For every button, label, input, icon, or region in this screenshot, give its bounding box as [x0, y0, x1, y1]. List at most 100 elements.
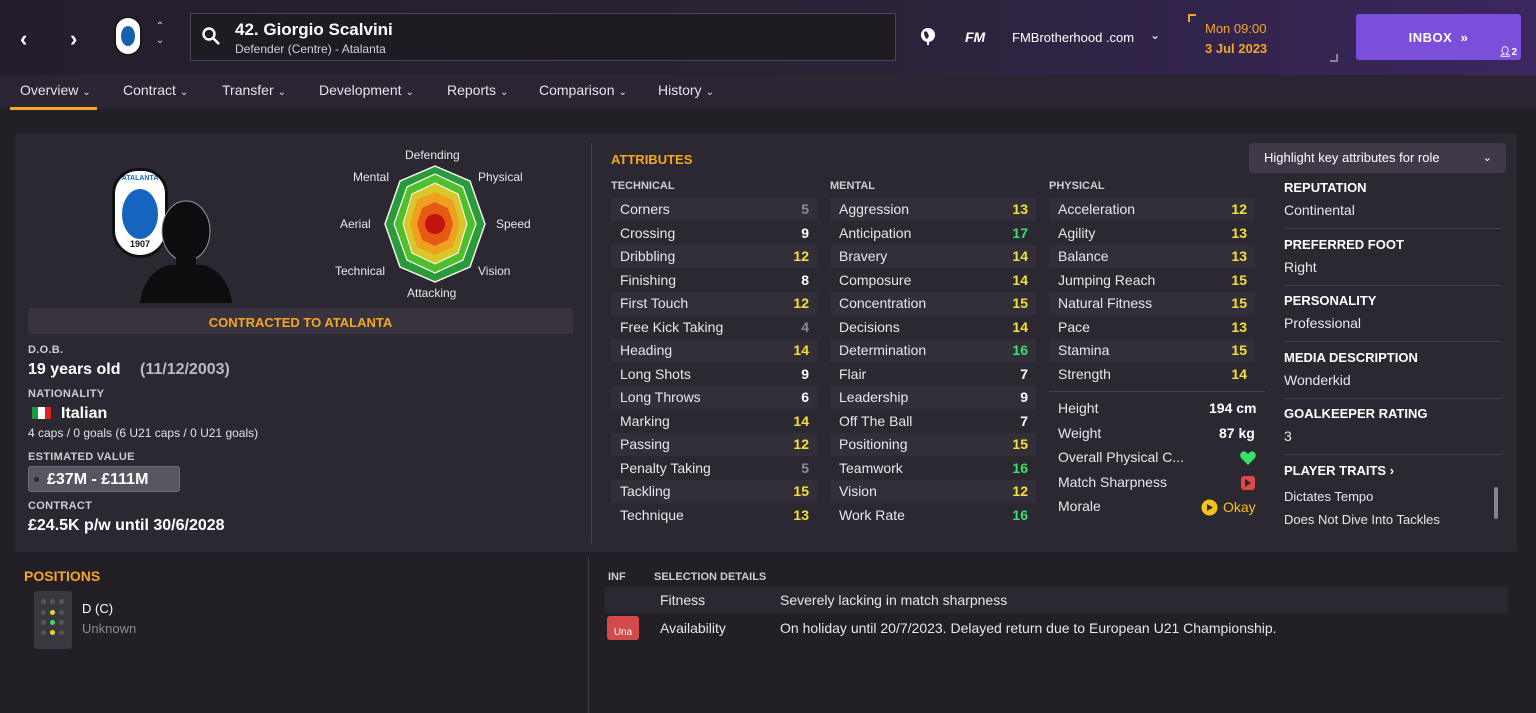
attribute-name: Decisions — [839, 318, 900, 335]
highlight-attributes-dropdown[interactable]: Highlight key attributes for role ⌄ — [1249, 143, 1506, 173]
back-arrow-icon[interactable]: ‹ — [20, 26, 27, 52]
age-value: 19 years old — [28, 361, 121, 378]
attribute-value: 9 — [801, 224, 809, 241]
radar-label-attacking: Attacking — [407, 286, 457, 300]
club-crest-icon[interactable] — [114, 16, 142, 56]
attribute-row-heading[interactable]: Heading 14 — [611, 339, 817, 362]
sharpness-icon[interactable] — [1240, 475, 1256, 491]
tab-overview[interactable]: Overview ⌄ — [10, 82, 97, 110]
player-traits-link[interactable]: PLAYER TRAITS › — [1284, 463, 1394, 478]
attribute-row-bravery[interactable]: Bravery 14 — [830, 245, 1036, 268]
physical-header: PHYSICAL — [1049, 180, 1105, 192]
preferred-foot-value: Right — [1284, 259, 1317, 275]
traits-scrollbar[interactable] — [1494, 487, 1498, 519]
attribute-row-acceleration[interactable]: Acceleration 12 — [1049, 198, 1255, 221]
tab-comparison[interactable]: Comparison ⌄ — [539, 82, 627, 98]
attribute-row-positioning[interactable]: Positioning 15 — [830, 433, 1036, 456]
attribute-name: Determination — [839, 342, 927, 358]
game-date[interactable]: Mon 09:00 3 Jul 2023 — [1188, 14, 1338, 62]
attribute-name: Anticipation — [839, 224, 912, 241]
estimated-value-tag[interactable]: £37M - £111M — [28, 466, 180, 492]
player-position-club: Defender (Centre) - Atalanta — [235, 42, 386, 56]
attribute-value: 14 — [1012, 271, 1028, 288]
attribute-row-agility[interactable]: Agility 13 — [1049, 222, 1255, 245]
globe-icon[interactable] — [918, 26, 938, 46]
attribute-name: Passing — [620, 436, 670, 452]
attribute-value: 15 — [1231, 342, 1247, 358]
heart-icon[interactable] — [1239, 449, 1257, 467]
contract-status-banner[interactable]: CONTRACTED TO ATALANTA — [28, 308, 573, 334]
morale-icon[interactable] — [1201, 499, 1218, 516]
attribute-row-aggression[interactable]: Aggression 13 — [830, 198, 1036, 221]
fm-logo: FM — [965, 29, 986, 45]
attribute-row-natural-fitness[interactable]: Natural Fitness 15 — [1049, 292, 1255, 315]
attribute-row-anticipation[interactable]: Anticipation 17 — [830, 222, 1036, 245]
chevron-down-icon[interactable]: ⌄ — [1150, 28, 1160, 42]
morale-value: Okay — [1223, 499, 1256, 515]
attribute-row-leadership[interactable]: Leadership 9 — [830, 386, 1036, 409]
attribute-name: Heading — [620, 342, 673, 358]
attribute-row-passing[interactable]: Passing 12 — [611, 433, 817, 456]
attribute-row-teamwork[interactable]: Teamwork 16 — [830, 457, 1036, 480]
divider — [1284, 285, 1502, 286]
personality-value: Professional — [1284, 315, 1362, 331]
attribute-row-long-throws[interactable]: Long Throws 6 — [611, 386, 817, 409]
attribute-row-balance[interactable]: Balance 13 — [1049, 245, 1255, 268]
attribute-row-first-touch[interactable]: First Touch 12 — [611, 292, 817, 315]
player-cycle-icon[interactable]: ⌃ ⌄ — [153, 20, 167, 48]
attribute-value: 6 — [801, 389, 809, 405]
attribute-row-determination[interactable]: Determination 16 — [830, 339, 1036, 362]
height-value: 194 cm — [1209, 400, 1257, 416]
tab-development[interactable]: Development ⌄ — [319, 82, 414, 98]
radar-label-physical: Physical — [478, 170, 523, 184]
attribute-value: 7 — [1020, 412, 1028, 429]
attribute-row-crossing[interactable]: Crossing 9 — [611, 222, 817, 245]
attribute-row-free-kick-taking[interactable]: Free Kick Taking 4 — [611, 316, 817, 339]
attribute-row-stamina[interactable]: Stamina 15 — [1049, 339, 1255, 362]
selection-row[interactable] — [605, 587, 1508, 613]
inf-header: INF — [608, 571, 626, 583]
top-bar: ‹ › ⌃ ⌄ 42. Giorgio Scalvini Defender (Ce… — [0, 0, 1536, 75]
attribute-row-work-rate[interactable]: Work Rate 16 — [830, 504, 1036, 527]
contract-label: CONTRACT — [28, 500, 93, 512]
attribute-row-concentration[interactable]: Concentration 15 — [830, 292, 1036, 315]
attribute-row-decisions[interactable]: Decisions 14 — [830, 316, 1036, 339]
attribute-name: Free Kick Taking — [620, 318, 724, 335]
attribute-row-technique[interactable]: Technique 13 — [611, 504, 817, 527]
tab-transfer[interactable]: Transfer ⌄ — [222, 82, 286, 98]
tab-reports[interactable]: Reports ⌄ — [447, 82, 508, 98]
attribute-row-strength[interactable]: Strength 14 — [1049, 363, 1255, 386]
forward-arrow-icon[interactable]: › — [70, 26, 77, 52]
player-header-box[interactable]: 42. Giorgio Scalvini Defender (Centre) -… — [190, 13, 896, 61]
tab-contract[interactable]: Contract ⌄ — [123, 82, 188, 98]
attribute-value: 14 — [1231, 365, 1247, 382]
inbox-button[interactable]: INBOX » 👤︎2 — [1356, 14, 1521, 60]
positions-title: POSITIONS — [24, 568, 101, 584]
attribute-row-corners[interactable]: Corners 5 — [611, 198, 817, 221]
attribute-row-tackling[interactable]: Tackling 15 — [611, 480, 817, 503]
attribute-value: 12 — [1231, 201, 1247, 217]
attribute-row-finishing[interactable]: Finishing 8 — [611, 269, 817, 292]
tab-history[interactable]: History ⌄ — [658, 82, 714, 98]
unavailable-badge[interactable]: Una — [607, 616, 639, 640]
attribute-row-dribbling[interactable]: Dribbling 12 — [611, 245, 817, 268]
attribute-row-penalty-taking[interactable]: Penalty Taking 5 — [611, 457, 817, 480]
attribute-row-long-shots[interactable]: Long Shots 9 — [611, 363, 817, 386]
attribute-row-marking[interactable]: Marking 14 — [611, 410, 817, 433]
search-icon[interactable] — [201, 26, 221, 46]
attribute-row-vision[interactable]: Vision 12 — [830, 480, 1036, 503]
attribute-name: Off The Ball — [839, 412, 913, 429]
chevron-down-icon: ⌄ — [705, 87, 714, 98]
dob-label: D.O.B. — [28, 344, 64, 356]
double-chevron-icon: » — [1460, 30, 1469, 45]
attribute-row-flair[interactable]: Flair 7 — [830, 363, 1036, 386]
site-name[interactable]: FMBrotherhood .com — [1012, 30, 1134, 45]
attribute-row-off-the-ball[interactable]: Off The Ball 7 — [830, 410, 1036, 433]
attribute-row-composure[interactable]: Composure 14 — [830, 269, 1036, 292]
attribute-row-jumping-reach[interactable]: Jumping Reach 15 — [1049, 269, 1255, 292]
divider — [1049, 391, 1265, 392]
attribute-row-pace[interactable]: Pace 13 — [1049, 316, 1255, 339]
overall-physical-label: Overall Physical C... — [1058, 449, 1185, 465]
pitch-positions-icon[interactable] — [34, 591, 72, 649]
nationality-value[interactable]: Italian — [61, 405, 107, 423]
